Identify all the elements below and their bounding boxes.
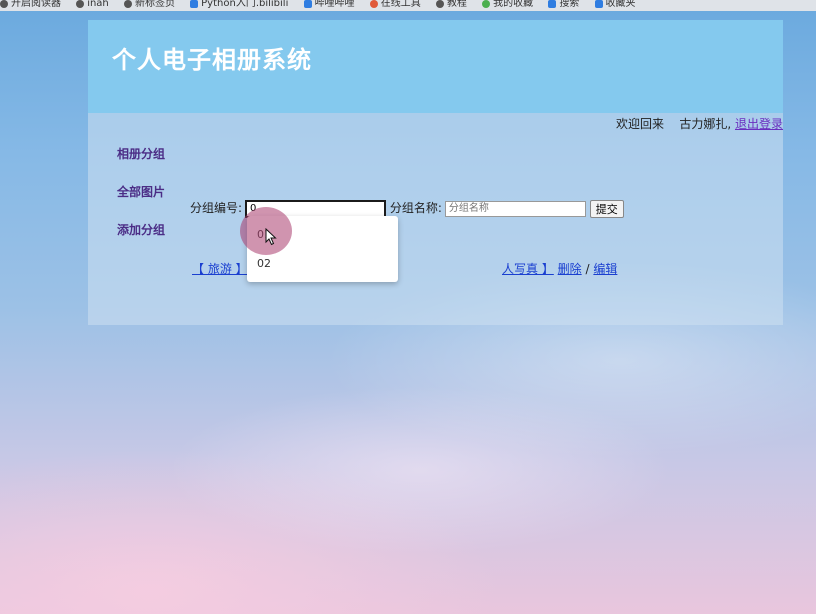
nav-add-group[interactable]: 添加分组 <box>117 221 165 238</box>
nav-album-groups[interactable]: 相册分组 <box>117 145 165 162</box>
group-list: 【 旅游 】 人写真 】 删除 / 编辑 <box>192 260 617 277</box>
bookmark-item[interactable]: inah <box>76 0 109 9</box>
site-title: 个人电子相册系统 <box>112 46 312 74</box>
group-id-label: 分组编号: <box>190 201 243 215</box>
bookmark-item[interactable]: 在线工具 <box>369 0 421 9</box>
bookmarks-bar: 开启阅读器 inah 新标签页 Python入门.bilibili 哔哩哔哩 在… <box>0 0 816 11</box>
bookmark-icon <box>303 0 312 8</box>
github-icon <box>76 0 85 8</box>
bookmark-icon <box>594 0 603 8</box>
edit-link[interactable]: 编辑 <box>593 262 617 276</box>
group-list-tail: 人写真 】 删除 / 编辑 <box>502 260 617 277</box>
side-nav: 相册分组 全部图片 添加分组 <box>117 145 165 259</box>
group-name-input[interactable] <box>444 200 586 217</box>
github-icon <box>123 0 132 8</box>
bookmark-item[interactable]: 收藏夹 <box>594 0 636 9</box>
github-icon <box>435 0 444 8</box>
mouse-cursor-icon <box>265 228 277 246</box>
bookmark-item[interactable]: Python入门.bilibili <box>190 0 288 9</box>
submit-button[interactable]: 提交 <box>589 199 624 218</box>
site-header: 个人电子相册系统 <box>88 20 783 113</box>
bookmark-item[interactable]: 开启阅读器 <box>0 0 61 9</box>
bookmark-item[interactable]: 哔哩哔哩 <box>303 0 355 9</box>
bookmark-item[interactable]: 我的收藏 <box>482 0 533 9</box>
bookmark-item[interactable]: 搜索 <box>548 0 579 9</box>
page-container: 个人电子相册系统 欢迎回来 古力娜扎, 退出登录 相册分组 全部图片 添加分组 … <box>88 20 783 325</box>
delete-link[interactable]: 删除 <box>558 262 582 276</box>
username: 古力娜扎, <box>679 117 732 131</box>
group-name-label: 分组名称: <box>389 201 442 215</box>
logout-link[interactable]: 退出登录 <box>735 117 783 131</box>
welcome-bar: 欢迎回来 古力娜扎, 退出登录 <box>616 115 783 132</box>
bookmark-icon <box>190 0 199 8</box>
bookmark-icon <box>0 0 8 8</box>
bookmark-item[interactable]: 教程 <box>435 0 467 9</box>
group-link-travel[interactable]: 【 旅游 】 <box>192 262 248 276</box>
bookmark-icon <box>369 0 378 8</box>
link-separator: / <box>585 262 590 276</box>
nav-all-images[interactable]: 全部图片 <box>117 183 165 200</box>
bookmark-icon <box>548 0 557 8</box>
group-link-portrait[interactable]: 人写真 】 <box>502 262 554 276</box>
bookmark-item[interactable]: 新标签页 <box>123 0 175 9</box>
bookmark-icon <box>482 0 491 8</box>
welcome-greeting: 欢迎回来 <box>616 117 665 131</box>
